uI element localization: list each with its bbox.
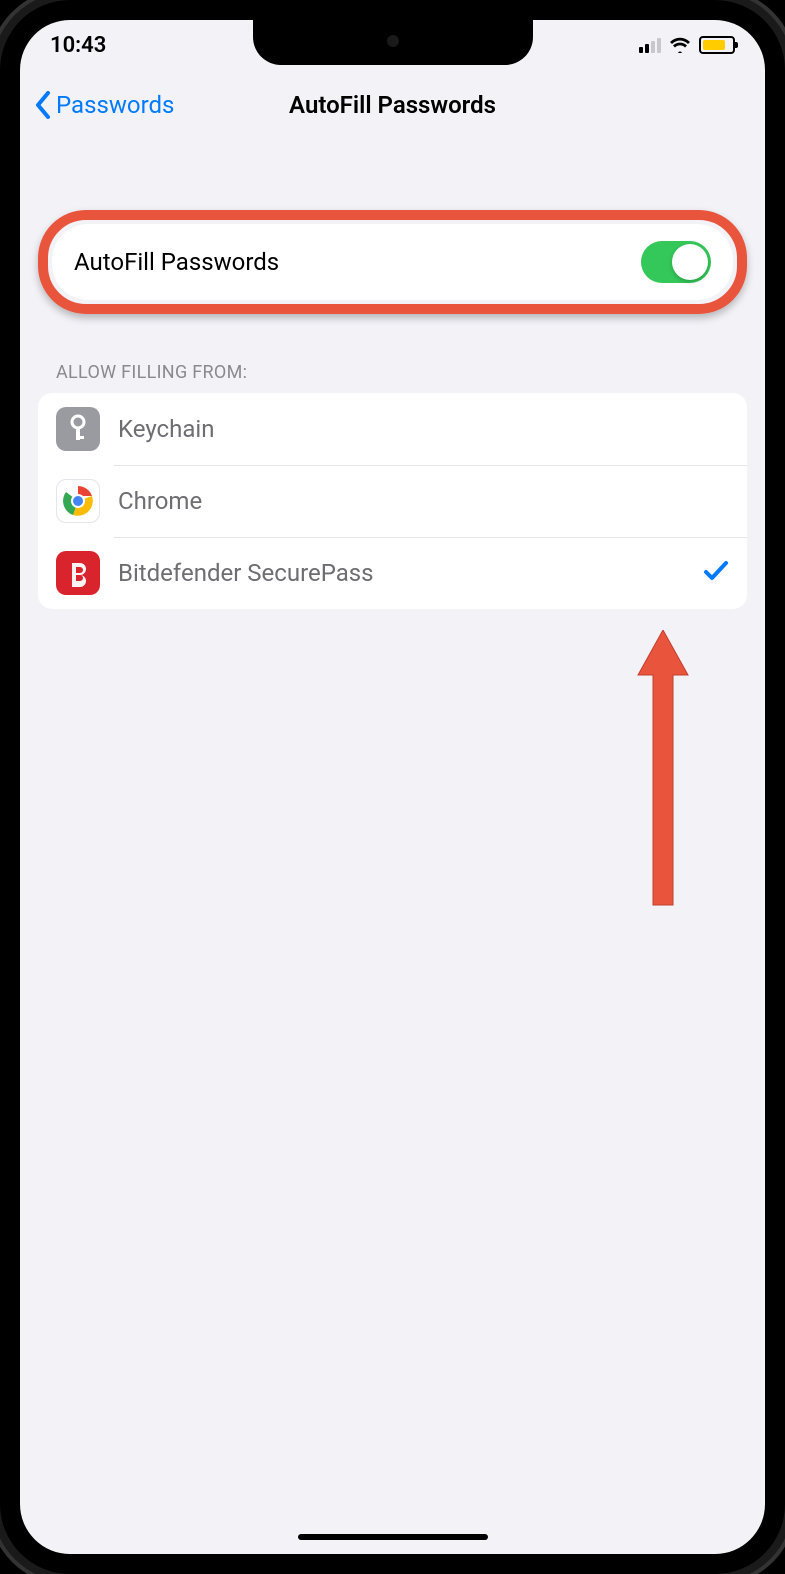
autofill-label: AutoFill Passwords (74, 248, 279, 276)
callout-ring: AutoFill Passwords (38, 210, 747, 314)
autofill-toggle[interactable] (641, 241, 711, 283)
phone-frame: 10:43 Passwords AutoFill Passwo (0, 0, 785, 1574)
bitdefender-icon (56, 551, 100, 595)
wifi-icon (669, 37, 691, 53)
status-right (639, 36, 735, 54)
notch (253, 20, 533, 65)
phone-screen: 10:43 Passwords AutoFill Passwo (20, 20, 765, 1554)
provider-label: Keychain (118, 415, 729, 443)
page-title: AutoFill Passwords (289, 91, 496, 119)
battery-fill (703, 40, 725, 50)
checkmark-icon (703, 560, 729, 586)
cellular-signal-icon (639, 38, 661, 53)
annotation-arrow-icon (628, 630, 698, 914)
autofill-callout: AutoFill Passwords (38, 210, 747, 314)
autofill-row[interactable]: AutoFill Passwords (52, 224, 733, 300)
content: AutoFill Passwords ALLOW FILLING FROM: K… (20, 210, 765, 609)
back-button[interactable]: Passwords (34, 91, 174, 119)
battery-icon (699, 36, 735, 54)
status-time: 10:43 (50, 33, 106, 58)
provider-row-keychain[interactable]: Keychain (38, 393, 747, 465)
chrome-icon (56, 479, 100, 523)
provider-label: Chrome (118, 487, 729, 515)
provider-label: Bitdefender SecurePass (118, 559, 685, 587)
chevron-left-icon (34, 91, 52, 119)
provider-row-bitdefender[interactable]: Bitdefender SecurePass (38, 537, 747, 609)
keychain-icon (56, 407, 100, 451)
home-indicator[interactable] (298, 1534, 488, 1540)
nav-bar: Passwords AutoFill Passwords (20, 70, 765, 140)
section-header: ALLOW FILLING FROM: (38, 362, 747, 393)
providers-list: Keychain Chrome (38, 393, 747, 609)
provider-row-chrome[interactable]: Chrome (38, 465, 747, 537)
back-label: Passwords (56, 91, 174, 119)
